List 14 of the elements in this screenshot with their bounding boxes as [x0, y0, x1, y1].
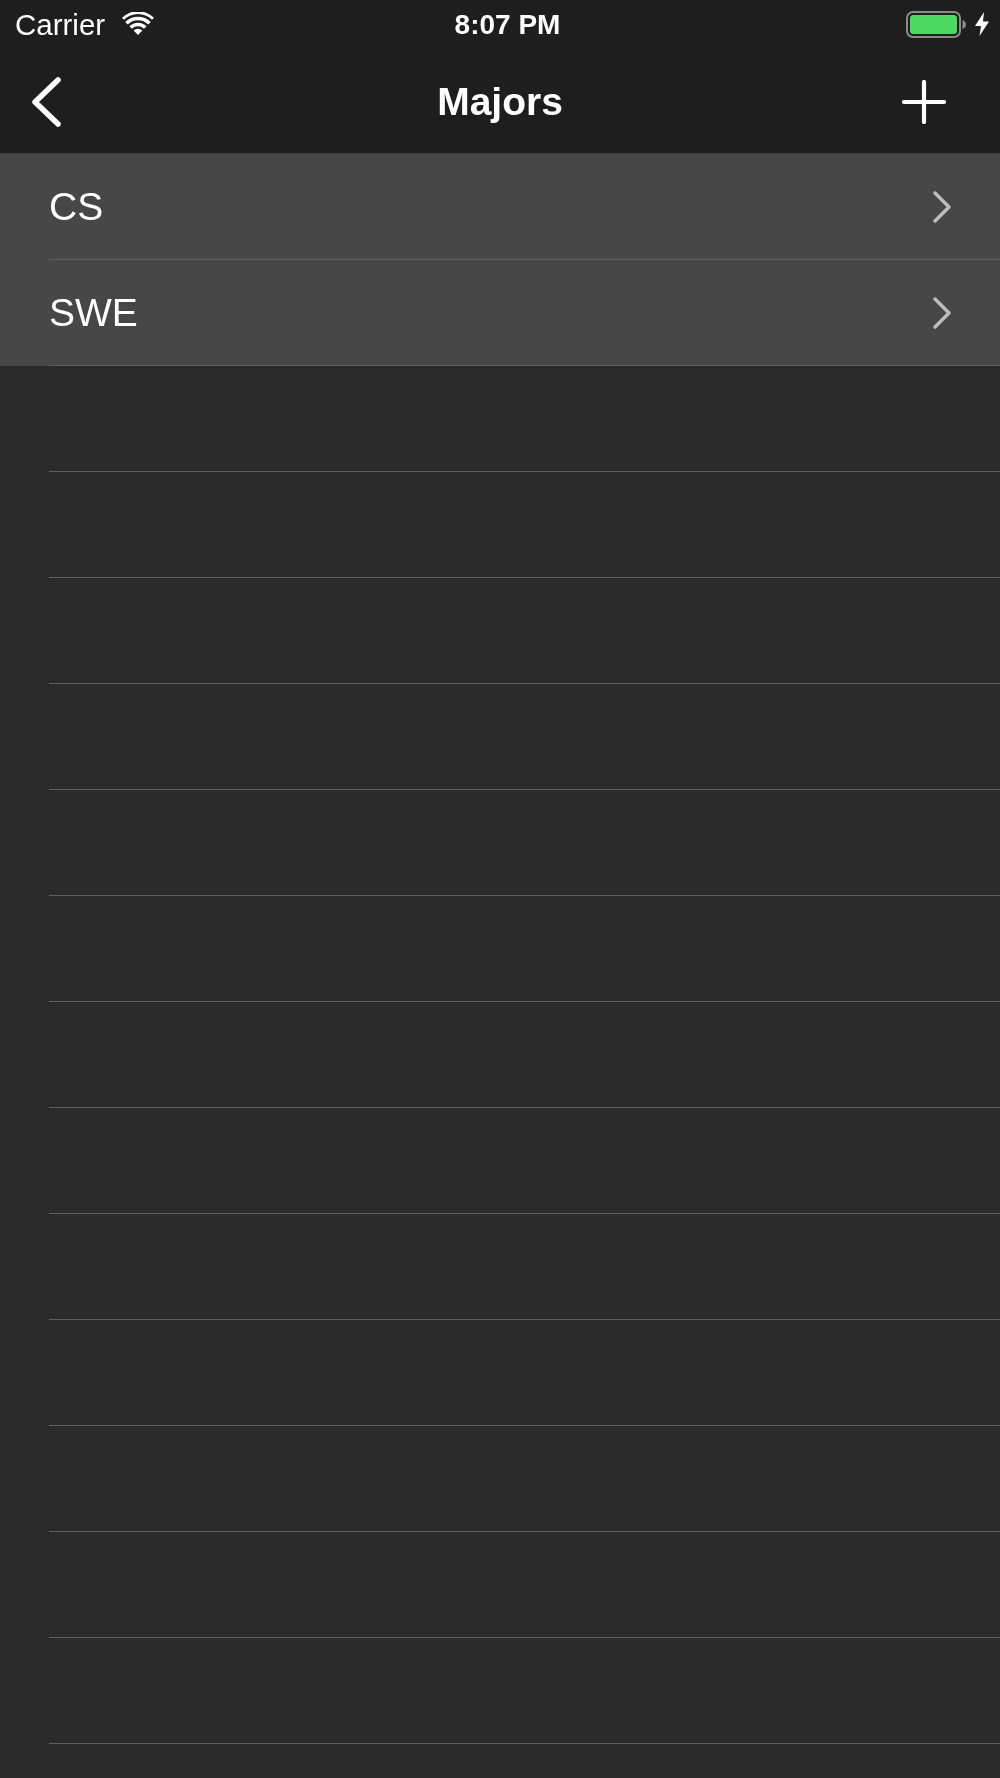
chevron-right-icon	[932, 296, 952, 329]
plus-icon	[902, 79, 946, 124]
lightning-bolt-icon	[974, 12, 990, 36]
time-label: 8:07 PM	[453, 9, 561, 41]
major-row[interactable]: CS	[0, 154, 1000, 259]
navigation-title: Majors	[437, 78, 563, 125]
chevron-left-icon	[30, 76, 62, 127]
carrier-label: Carrier	[15, 8, 106, 42]
back-button[interactable]	[30, 76, 62, 127]
major-row[interactable]: SWE	[0, 260, 1000, 365]
add-button[interactable]	[902, 79, 946, 124]
chevron-right-icon	[932, 190, 952, 223]
battery-icon	[906, 10, 966, 38]
wifi-icon	[122, 11, 155, 35]
